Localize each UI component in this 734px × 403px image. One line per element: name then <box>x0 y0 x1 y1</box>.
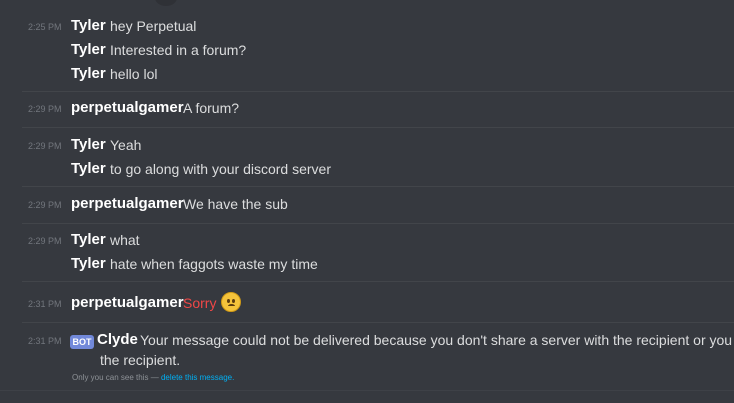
emoji-right-eye <box>232 299 235 303</box>
message-line: Tyler hate when faggots waste my time <box>0 252 734 276</box>
message-line: 2:29 PM perpetualgamer A forum? <box>0 96 734 120</box>
worried-face-emoji <box>221 292 241 312</box>
bot-badge: BOT <box>70 335 94 349</box>
author-name[interactable]: perpetualgamer <box>71 294 184 311</box>
message-text: hey Perpetual <box>110 18 197 34</box>
timestamp: 2:31 PM <box>28 299 62 309</box>
message-divider <box>22 127 734 128</box>
message-divider <box>22 91 734 92</box>
message-line: 2:31 PM perpetualgamer Sorry <box>0 291 734 315</box>
message-text: Interested in a forum? <box>110 42 247 58</box>
author-name[interactable]: perpetualgamer <box>71 99 184 116</box>
delete-message-link[interactable]: delete this message. <box>161 373 234 382</box>
ephemeral-note: Only you can see this — delete this mess… <box>72 373 234 382</box>
timestamp: 2:29 PM <box>28 236 62 246</box>
message-divider <box>0 390 734 391</box>
emoji-mouth <box>228 304 235 308</box>
message-line: Tyler Interested in a forum? <box>0 38 734 62</box>
message-text: to go along with your discord server <box>110 161 331 177</box>
message-text: We have the sub <box>183 196 288 212</box>
author-name[interactable]: Tyler <box>71 41 106 58</box>
author-name[interactable]: Clyde <box>97 331 138 348</box>
timestamp: 2:29 PM <box>28 104 62 114</box>
message-text: Yeah <box>110 137 142 153</box>
author-name[interactable]: perpetualgamer <box>71 195 184 212</box>
author-name[interactable]: Tyler <box>71 136 106 153</box>
timestamp: 2:25 PM <box>28 22 62 32</box>
message-line: 2:25 PM Tyler hey Perpetual <box>0 14 734 38</box>
message-text: A forum? <box>183 100 240 116</box>
message-line: 2:29 PM perpetualgamer We have the sub <box>0 192 734 216</box>
timestamp: 2:29 PM <box>28 141 62 151</box>
message-line: 2:29 PM Tyler Yeah <box>0 133 734 157</box>
emoji-left-eye <box>227 299 230 303</box>
message-text: Your message could not be delivered beca… <box>140 332 733 348</box>
message-divider <box>22 223 734 224</box>
message-line: Tyler hello lol <box>0 62 734 86</box>
message-divider <box>22 186 734 187</box>
author-name[interactable]: Tyler <box>71 65 106 82</box>
message-text: Sorry <box>183 295 217 311</box>
message-list: 2:25 PM Tyler hey Perpetual Tyler Intere… <box>0 0 734 403</box>
author-name[interactable]: Tyler <box>71 255 106 272</box>
message-line: the recipient. <box>0 348 734 372</box>
message-text: hello lol <box>110 66 158 82</box>
message-line: Tyler to go along with your discord serv… <box>0 157 734 181</box>
message-text-continued: the recipient. <box>100 352 181 368</box>
message-line: 2:29 PM Tyler what <box>0 228 734 252</box>
timestamp: 2:29 PM <box>28 200 62 210</box>
message-text: what <box>110 232 140 248</box>
timestamp: 2:31 PM <box>28 336 62 346</box>
author-name[interactable]: Tyler <box>71 231 106 248</box>
message-text: hate when faggots waste my time <box>110 256 318 272</box>
message-divider <box>22 322 734 323</box>
message-divider <box>22 281 734 282</box>
ephemeral-note-text: Only you can see this — <box>72 373 159 382</box>
author-name[interactable]: Tyler <box>71 17 106 34</box>
author-name[interactable]: Tyler <box>71 160 106 177</box>
